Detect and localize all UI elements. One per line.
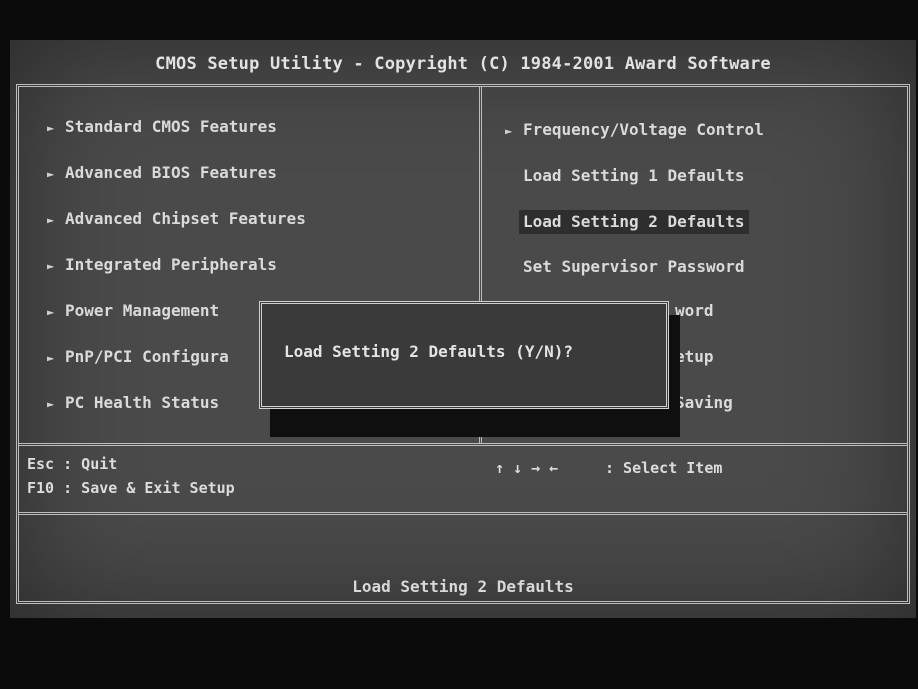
menu-item-save-exit-setup[interactable]: etup [675,347,714,367]
confirm-dialog[interactable]: Load Setting 2 Defaults (Y/N)? [259,301,669,409]
status-line: Load Setting 2 Defaults [352,577,574,596]
menu-item-frequency-voltage-control[interactable]: ► Frequency/Voltage Control [505,120,764,141]
menu-item-label: Advanced BIOS Features [65,163,277,182]
triangle-right-icon: ► [47,259,55,273]
divider-keys [19,443,907,446]
divider-status [19,512,907,515]
menu-item-label: Advanced Chipset Features [65,209,306,228]
menu-item-power-management[interactable]: ► Power Management [47,301,219,322]
triangle-right-icon: ► [47,351,55,365]
triangle-right-icon: ► [47,167,55,181]
menu-item-advanced-bios-features[interactable]: ► Advanced BIOS Features [47,163,277,184]
menu-item-label: word [675,301,714,320]
menu-item-label: Power Management [65,301,220,320]
menu-item-label: PnP/PCI Configura [65,347,229,366]
window-title: CMOS Setup Utility - Copyright (C) 1984-… [155,54,771,74]
dialog-prompt: Load Setting 2 Defaults (Y/N)? [284,342,573,361]
menu-item-label: Load Setting 1 Defaults [523,166,745,185]
menu-item-pc-health-status[interactable]: ► PC Health Status [47,393,219,414]
menu-item-label: Load Setting 2 Defaults [523,212,745,231]
arrow-keys-icon: ↑ ↓ → ← [495,459,559,477]
menu-item-set-user-password[interactable]: word [675,301,714,321]
triangle-right-icon: ► [47,305,55,319]
menu-item-pnp-pci-configuration[interactable]: ► PnP/PCI Configura [47,347,229,368]
triangle-right-icon: ► [505,124,513,138]
menu-item-exit-without-saving[interactable]: Saving [675,393,733,413]
menu-item-integrated-peripherals[interactable]: ► Integrated Peripherals [47,255,277,276]
menu-item-label: Frequency/Voltage Control [523,120,764,139]
key-help-esc: Esc : Quit [27,455,118,473]
menu-item-label: Standard CMOS Features [65,117,277,136]
menu-item-label: etup [675,347,714,366]
menu-item-standard-cmos-features[interactable]: ► Standard CMOS Features [47,117,277,138]
menu-item-label: Saving [675,393,733,412]
triangle-right-icon: ► [47,213,55,227]
menu-item-label: PC Health Status [65,393,220,412]
key-help-f10: F10 : Save & Exit Setup [27,479,235,497]
menu-item-label: Set Supervisor Password [523,257,745,276]
triangle-right-icon: ► [47,397,55,411]
key-help-select: : Select Item [605,459,723,477]
menu-item-load-setting-1-defaults[interactable]: Load Setting 1 Defaults [523,166,745,186]
triangle-right-icon: ► [47,121,55,135]
menu-item-load-setting-2-defaults[interactable]: Load Setting 2 Defaults [519,210,749,234]
menu-item-label: Integrated Peripherals [65,255,277,274]
menu-item-advanced-chipset-features[interactable]: ► Advanced Chipset Features [47,209,306,230]
menu-item-set-supervisor-password[interactable]: Set Supervisor Password [523,257,745,277]
